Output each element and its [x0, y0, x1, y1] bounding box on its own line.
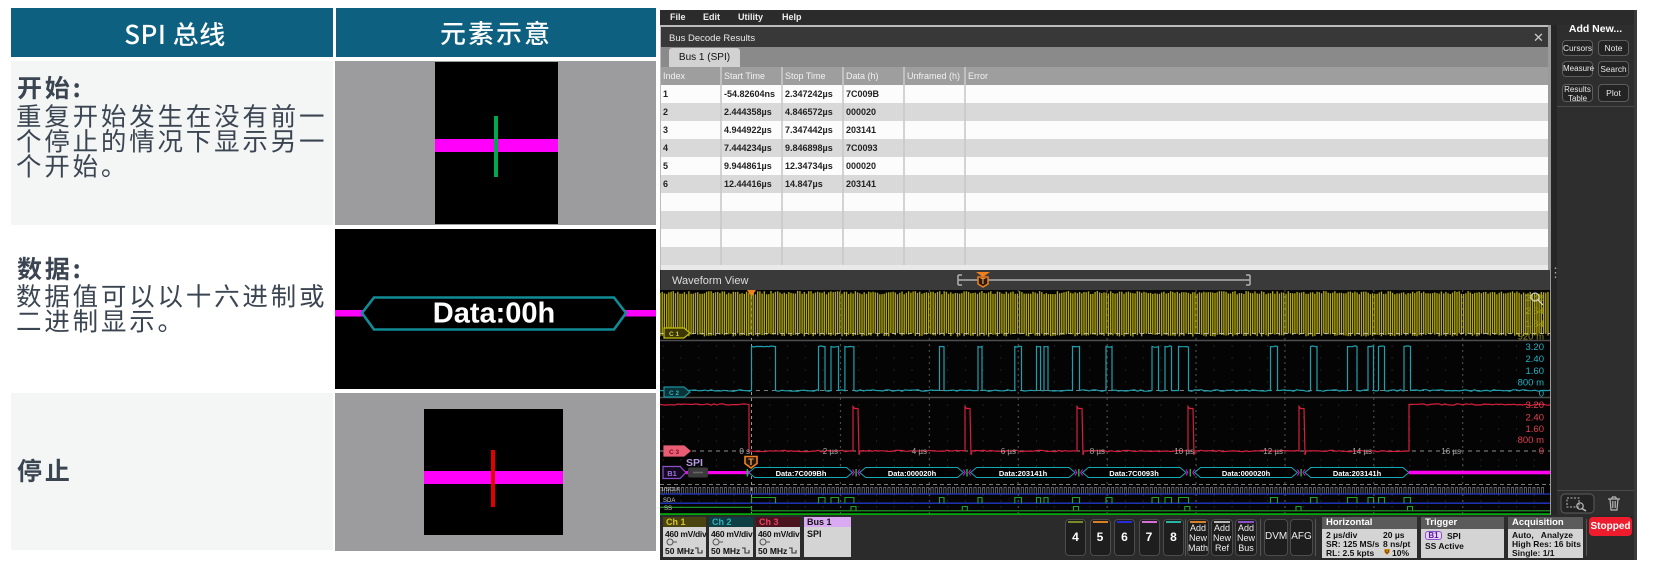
svg-text:2.40: 2.40	[1526, 413, 1545, 424]
svg-text:SDA: SDA	[663, 498, 675, 504]
svg-text:14 µs: 14 µs	[1352, 447, 1372, 456]
svg-text:C 1: C 1	[669, 331, 680, 338]
svg-text:2.40: 2.40	[1526, 354, 1545, 365]
svg-text:4 µs: 4 µs	[912, 447, 927, 456]
svg-text:SS: SS	[664, 506, 672, 512]
svg-text:Data:203141h: Data:203141h	[1333, 469, 1382, 478]
svg-text:920 m: 920 m	[1518, 332, 1544, 343]
svg-text:Data:000020h: Data:000020h	[888, 469, 937, 478]
svg-text:800 m: 800 m	[1518, 378, 1544, 389]
svg-text:2 µs: 2 µs	[823, 447, 838, 456]
svg-text:1/SCLK: 1/SCLK	[661, 487, 680, 493]
svg-text:B1: B1	[667, 469, 677, 478]
svg-text:2.64: 2.64	[1526, 306, 1545, 317]
svg-text:T: T	[748, 457, 754, 467]
svg-text:16 µs: 16 µs	[1441, 447, 1461, 456]
svg-text:0 s: 0 s	[739, 447, 750, 456]
svg-text:0: 0	[1539, 389, 1544, 400]
svg-text:C 3: C 3	[669, 449, 680, 456]
svg-text:C 2: C 2	[669, 390, 680, 397]
svg-text:3.20: 3.20	[1526, 400, 1545, 411]
svg-text:1.60: 1.60	[1526, 424, 1545, 435]
svg-text:T: T	[981, 277, 986, 286]
svg-text:10 µs: 10 µs	[1174, 447, 1194, 456]
svg-text:12 µs: 12 µs	[1263, 447, 1283, 456]
svg-text:U: U	[1385, 550, 1389, 556]
svg-text:8 µs: 8 µs	[1090, 447, 1105, 456]
svg-text:3.20: 3.20	[1526, 342, 1545, 353]
svg-text:800 m: 800 m	[1518, 435, 1544, 446]
svg-text:1.84: 1.84	[1526, 319, 1545, 330]
svg-text:Data:203141h: Data:203141h	[999, 469, 1048, 478]
svg-text:1.60: 1.60	[1526, 366, 1545, 377]
svg-text:Data:7C009Bh: Data:7C009Bh	[776, 469, 827, 478]
svg-text:Data:7C0093h: Data:7C0093h	[1109, 469, 1159, 478]
svg-text:Data:000020h: Data:000020h	[1222, 469, 1271, 478]
svg-text:0: 0	[1539, 446, 1544, 457]
svg-text:SPI: SPI	[686, 457, 703, 469]
svg-text:6 µs: 6 µs	[1001, 447, 1016, 456]
